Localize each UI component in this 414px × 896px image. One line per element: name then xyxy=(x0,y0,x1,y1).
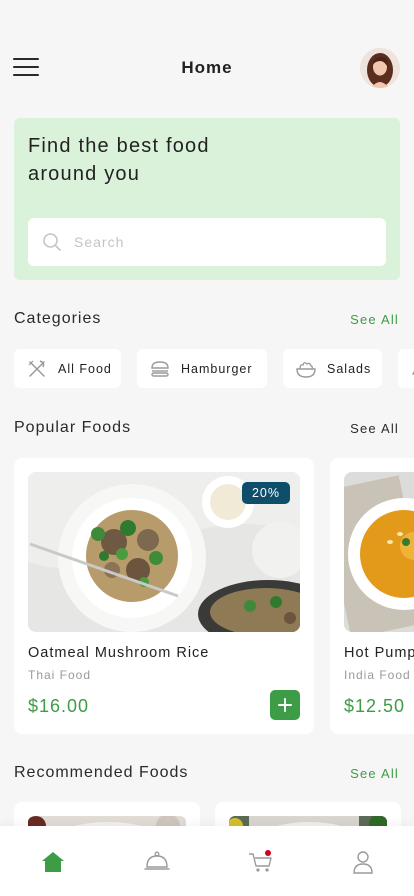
search-input[interactable] xyxy=(74,218,374,266)
popular-foods-title: Popular Foods xyxy=(14,419,132,436)
category-all-food[interactable]: All Food xyxy=(14,349,121,388)
category-list: All Food Hamburger Salads xyxy=(14,349,414,389)
category-icon xyxy=(410,359,414,379)
recommended-see-all-link[interactable]: See All xyxy=(350,766,399,781)
bottom-navigation xyxy=(0,826,414,896)
hero-title: Find the best food around you xyxy=(28,132,288,188)
food-name: Oatmeal Mushroom Rice xyxy=(28,645,210,661)
food-card[interactable]: Hot Pump India Food $12.50 xyxy=(330,458,414,734)
nav-menu[interactable] xyxy=(143,848,171,876)
categories-see-all-link[interactable]: See All xyxy=(350,312,399,327)
food-price: $16.00 xyxy=(28,696,90,716)
burger-icon xyxy=(149,359,171,379)
category-label: Salads xyxy=(327,361,372,376)
home-icon xyxy=(42,852,64,872)
app-header: Home xyxy=(0,48,414,88)
fork-knife-icon xyxy=(26,359,48,379)
salad-bowl-icon xyxy=(295,359,317,379)
category-salads[interactable]: Salads xyxy=(283,349,382,388)
category-hamburger[interactable]: Hamburger xyxy=(137,349,267,388)
nav-profile[interactable] xyxy=(349,848,377,876)
food-cuisine: Thai Food xyxy=(28,668,92,682)
recommended-foods-title: Recommended Foods xyxy=(14,764,189,781)
cloche-icon xyxy=(144,851,170,870)
categories-title: Categories xyxy=(14,310,102,327)
add-to-cart-button[interactable] xyxy=(270,690,300,720)
user-icon xyxy=(353,851,373,874)
food-card[interactable]: 20% Oatmeal Mushroom Rice Thai Food $16.… xyxy=(14,458,314,734)
nav-cart[interactable] xyxy=(247,848,275,876)
avatar[interactable] xyxy=(360,48,400,88)
popular-see-all-link[interactable]: See All xyxy=(350,421,399,436)
hero-title-line2: around you xyxy=(28,163,141,185)
discount-badge: 20% xyxy=(241,482,290,504)
food-name: Hot Pump xyxy=(344,645,414,661)
category-next[interactable] xyxy=(398,349,414,388)
popular-food-list: 20% Oatmeal Mushroom Rice Thai Food $16.… xyxy=(14,458,414,734)
food-image xyxy=(344,472,414,632)
search-bar[interactable] xyxy=(28,218,386,266)
nav-home[interactable] xyxy=(39,848,67,876)
search-icon xyxy=(43,233,61,251)
cart-icon xyxy=(249,850,272,872)
page-title: Home xyxy=(181,58,233,77)
hero-banner: Find the best food around you xyxy=(14,118,400,280)
food-price: $12.50 xyxy=(344,696,406,716)
category-label: Hamburger xyxy=(181,361,253,376)
category-label: All Food xyxy=(58,361,112,376)
plus-icon xyxy=(278,698,292,712)
food-image: 20% xyxy=(28,472,300,632)
hero-title-line1: Find the best food xyxy=(28,135,210,157)
food-cuisine: India Food xyxy=(344,668,411,682)
